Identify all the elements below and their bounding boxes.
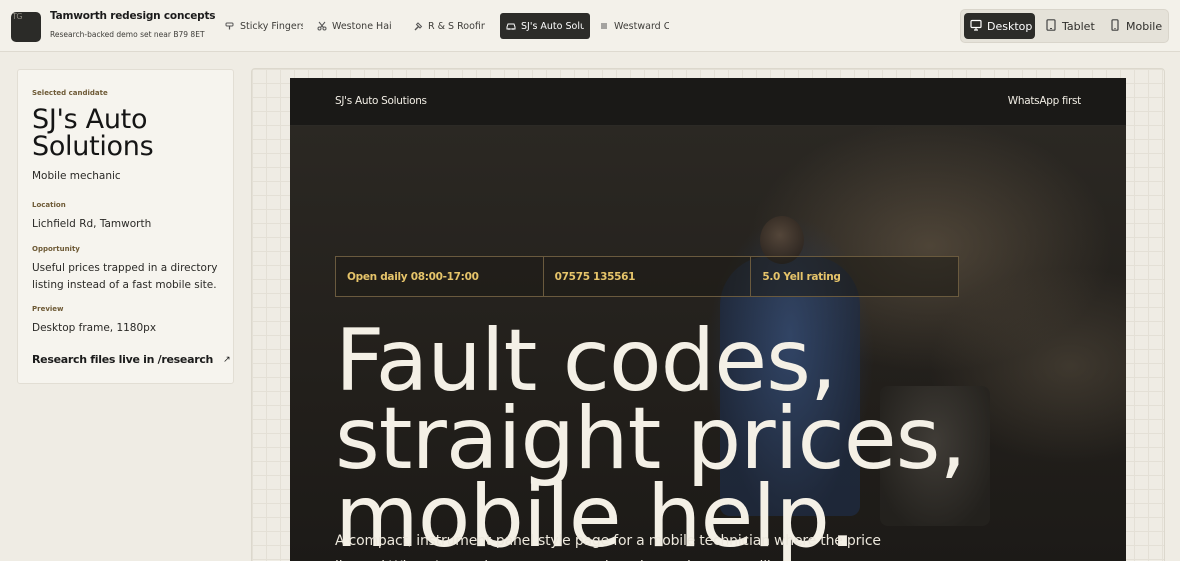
tab-rs-roofing[interactable]: R & S Roofing <box>407 13 491 39</box>
site-brand[interactable]: SJ's Auto Solutions <box>335 95 427 107</box>
phone-number[interactable]: 07575 135561 <box>544 257 752 296</box>
hero-headline: Fault codes, straight prices, mobile hel… <box>335 311 967 561</box>
phone-icon <box>1109 18 1121 34</box>
hero-section: Open daily 08:00-17:00 07575 135561 5.0 … <box>290 126 1126 561</box>
candidate-category: Mobile mechanic <box>32 170 121 182</box>
external-link-icon: ↗ <box>223 354 231 365</box>
device-desktop-button[interactable]: Desktop <box>964 13 1035 39</box>
scissors-icon <box>317 21 327 31</box>
device-switcher: Desktop Tablet Mobile <box>960 9 1169 43</box>
device-tablet-button[interactable]: Tablet <box>1039 13 1099 39</box>
preview-value: Desktop frame, 1180px <box>32 322 157 334</box>
site-preview: SJ's Auto Solutions WhatsApp first Open … <box>290 78 1126 561</box>
whatsapp-cta-link[interactable]: WhatsApp first <box>1008 95 1082 107</box>
site-nav: SJ's Auto Solutions WhatsApp first <box>290 78 1126 126</box>
location-label: Location <box>32 201 66 209</box>
selected-candidate-label: Selected candidate <box>32 89 108 97</box>
preview-label: Preview <box>32 305 64 313</box>
opening-hours: Open daily 08:00-17:00 <box>336 257 544 296</box>
device-mobile-button[interactable]: Mobile <box>1103 13 1165 39</box>
tablet-icon <box>1045 18 1057 34</box>
app-title: Tamworth redesign concepts <box>50 10 216 22</box>
info-strip: Open daily 08:00-17:00 07575 135561 5.0 … <box>335 256 959 297</box>
car-icon <box>506 21 516 31</box>
hammer-icon <box>413 21 423 31</box>
tab-westward-cleaning[interactable]: Westward Cleaning <box>593 13 675 39</box>
menu-lines-icon <box>599 21 609 31</box>
paint-roller-icon <box>225 21 235 31</box>
research-files-link[interactable]: Research files live in /research ↗ <box>32 353 231 366</box>
app-logo: TG <box>11 12 41 42</box>
opportunity-value: Useful prices trapped in a directory lis… <box>32 262 218 291</box>
candidate-name: SJ's Auto Solutions <box>32 104 154 162</box>
rating: 5.0 Yell rating <box>762 270 841 283</box>
monitor-icon <box>970 19 982 34</box>
location-value: Lichfield Rd, Tamworth <box>32 218 152 230</box>
candidate-card: Selected candidate SJ's Auto Solutions M… <box>17 69 234 384</box>
top-bar: TG Tamworth redesign concepts Research-b… <box>0 0 1180 52</box>
tab-sjs-auto-solutions[interactable]: SJ's Auto Solutions <box>500 13 590 39</box>
opportunity-label: Opportunity <box>32 245 80 253</box>
hero-lede: A compact, instrument-panel style page f… <box>335 533 881 561</box>
tab-sticky-fingers[interactable]: Sticky Fingers <box>219 13 309 39</box>
tab-westone-hair[interactable]: Westone Hair <box>311 13 398 39</box>
app-subtitle: Research-backed demo set near B79 8ET <box>50 30 205 39</box>
